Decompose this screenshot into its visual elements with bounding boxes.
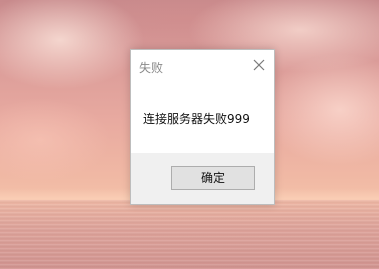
dialog-footer: 确定	[131, 153, 274, 204]
dialog-title: 失败	[139, 61, 164, 75]
error-dialog: 失败 连接服务器失败999 确定	[130, 49, 275, 205]
close-icon	[253, 59, 265, 71]
dialog-message: 连接服务器失败999	[143, 112, 250, 126]
close-button[interactable]	[248, 54, 270, 76]
dialog-title-bar[interactable]: 失败	[131, 50, 274, 82]
ok-button[interactable]: 确定	[171, 166, 255, 190]
wallpaper-sea	[0, 200, 379, 269]
